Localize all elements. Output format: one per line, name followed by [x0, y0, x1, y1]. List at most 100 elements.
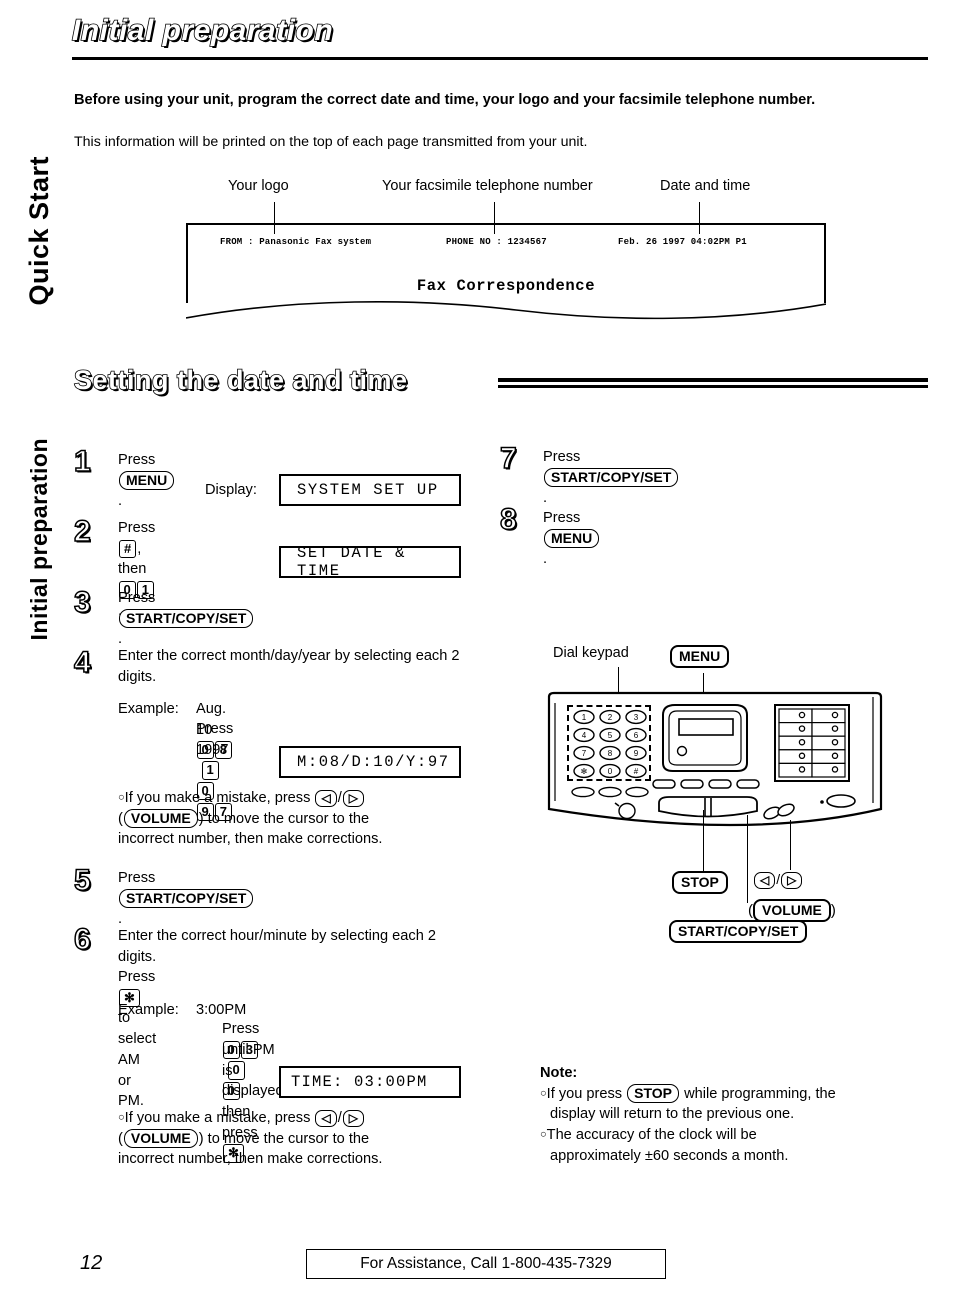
start-copy-set-callout-key: START/COPY/SET: [669, 920, 808, 943]
step-6-press-label: Press: [222, 1021, 260, 1037]
step-7-text: Press START/COPY/SET.: [543, 447, 679, 509]
fax-machine-control-panel-figure: Dial keypad MENU 1 2 3 4 5 6 7 8 9 ✻ 0 #: [545, 645, 905, 945]
leader-start: [747, 815, 749, 903]
svg-text:✻: ✻: [581, 767, 588, 776]
svg-text:7: 7: [582, 749, 587, 758]
note-title: Note:: [540, 1065, 578, 1081]
note-block: Note: ○If you press STOP while programmi…: [540, 1063, 920, 1167]
step-6-note-b: ) to move the cursor to the: [198, 1130, 370, 1147]
volume-key-reference: VOLUME: [123, 808, 198, 829]
step-6-instr2-before: Press: [118, 969, 156, 985]
step-5-text: Press START/COPY/SET.: [118, 868, 254, 930]
step-8-text-after: .: [543, 551, 548, 568]
fax-page-preview: FROM : Panasonic Fax system PHONE NO : 1…: [186, 223, 826, 303]
stop-key-reference: STOP: [627, 1083, 680, 1104]
step-1-number: 1: [73, 445, 91, 478]
step-6-paren-open: (: [118, 1130, 123, 1147]
step-1-text-before: Press: [118, 452, 156, 468]
step-4-note-a: If you make a mistake, press: [124, 790, 315, 806]
bullet-marker: ○: [540, 1087, 547, 1100]
step-8-number: 8: [499, 503, 517, 536]
page-title: Initial preparation: [71, 13, 334, 48]
handset-hook-button: [820, 794, 856, 808]
menu-key-reference: MENU: [119, 470, 175, 491]
svg-text:9: 9: [634, 749, 639, 758]
step-3-number: 3: [73, 586, 91, 619]
step-6-note-slash: /: [337, 1110, 342, 1126]
fax-header-sample-figure: Your logo Your facsimile telephone numbe…: [186, 178, 826, 328]
step-4-instruction: Enter the correct month/day/year by sele…: [118, 648, 460, 685]
step-6-correction-note: ○If you make a mistake, press ◁ / ▷ (VOLUM…: [118, 1108, 458, 1170]
right-arrow-key-reference: ▷: [342, 790, 364, 808]
callout-fax-phone-number: Your facsimile telephone number: [382, 178, 593, 194]
arrow-keys-callout: ◁ / ▷: [753, 871, 803, 890]
note-item-1-a: If you press: [546, 1085, 627, 1102]
side-tab-initial-preparation: Initial preparation: [26, 438, 52, 641]
title-divider: [72, 57, 928, 60]
arrow-separator: /: [776, 871, 781, 887]
volume-callout: (VOLUME): [748, 899, 836, 922]
note-item-1: ○If you press STOP while programming, th…: [540, 1083, 920, 1125]
dial-keypad-label: Dial keypad: [553, 645, 629, 661]
intro-bold-text: Before using your unit, program the corr…: [74, 92, 816, 108]
stop-callout-key: STOP: [672, 871, 728, 894]
step-6-example-value: 3:00PM: [196, 1002, 247, 1018]
page-number: 12: [80, 1252, 103, 1274]
step-4-number: 4: [73, 646, 91, 679]
fax-page-torn-edge: [186, 301, 826, 320]
lcd-time-entry: TIME: 03:00PM: [279, 1066, 461, 1098]
volume-callout-key: VOLUME: [753, 899, 831, 922]
volume-rocker-keys: [763, 803, 795, 820]
step-6-instruction: Enter the correct hour/minute by selecti…: [118, 928, 436, 965]
step-6-example-label: Example:: [118, 1002, 179, 1018]
digit-key-0: 0: [196, 740, 214, 760]
lcd-module: [662, 704, 748, 772]
leader-volume: [790, 820, 792, 870]
svg-text:6: 6: [634, 731, 639, 740]
svg-text:3: 3: [634, 713, 639, 722]
step-4-example-label: Example:: [118, 701, 179, 717]
right-arrow-callout-key: ▷: [781, 872, 803, 890]
bullet-marker: ○: [540, 1128, 547, 1141]
note-item-1-b: while programming, the: [680, 1085, 836, 1102]
intro-plain-text: This information will be printed on the …: [74, 134, 588, 150]
svg-text:8: 8: [608, 749, 613, 758]
note-item-2-b: approximately ±60 seconds a month.: [550, 1147, 789, 1164]
start-copy-set-key-reference: START/COPY/SET: [544, 467, 679, 488]
step-4-note-slash: /: [337, 790, 342, 806]
assistance-box: For Assistance, Call 1-800-435-7329: [306, 1249, 666, 1279]
step-6-note-a: If you make a mistake, press: [124, 1110, 315, 1126]
step-3-text: Press START/COPY/SET.: [118, 588, 254, 650]
fax-body-title: Fax Correspondence: [416, 277, 596, 295]
bullet-marker: ○: [118, 791, 125, 804]
svg-text:#: #: [634, 767, 639, 776]
svg-text:0: 0: [608, 767, 613, 776]
step-4-note-c: incorrect number, then make corrections.: [118, 831, 383, 848]
start-stop-bar: [658, 796, 758, 818]
menu-callout-key: MENU: [670, 645, 730, 668]
fax-header-datetime: Feb. 26 1997 04:02PM P1: [618, 237, 747, 247]
step-4-press-label: Press: [196, 721, 234, 737]
step-4-note-b: ) to move the cursor to the: [198, 810, 370, 827]
step-6-instruction-2: Press ✻ to select AM or PM.: [118, 967, 156, 1112]
note-item-2-a: The accuracy of the clock will be: [546, 1127, 757, 1144]
step-1-text-after: .: [118, 493, 123, 510]
svg-text:1: 1: [582, 713, 587, 722]
callout-your-logo: Your logo: [228, 178, 289, 194]
function-buttons-row: [652, 779, 760, 789]
display-label: Display:: [205, 482, 257, 498]
callout-date-and-time: Date and time: [660, 178, 751, 194]
start-copy-set-key-reference: START/COPY/SET: [119, 888, 254, 909]
volume-key-reference: VOLUME: [123, 1128, 198, 1149]
step-7-text-before: Press: [543, 449, 581, 465]
left-arrow-key-reference: ◁: [315, 1110, 337, 1128]
step-7-number: 7: [499, 442, 517, 475]
step-6-press-tail: until PM is displayed.: [222, 1042, 288, 1100]
side-tab-quick-start: Quick Start: [24, 156, 54, 306]
volume-paren-close: ): [830, 902, 836, 919]
step-8-text: Press MENU.: [543, 508, 600, 570]
note-item-2: ○The accuracy of the clock will be appro…: [540, 1125, 920, 1166]
step-6-note-c: incorrect number, then make corrections.: [118, 1151, 383, 1168]
lcd-date-entry: M:08/D:10/Y:97: [279, 746, 461, 778]
dial-keypad-keys: 1 2 3 4 5 6 7 8 9 ✻ 0 #: [573, 709, 647, 779]
